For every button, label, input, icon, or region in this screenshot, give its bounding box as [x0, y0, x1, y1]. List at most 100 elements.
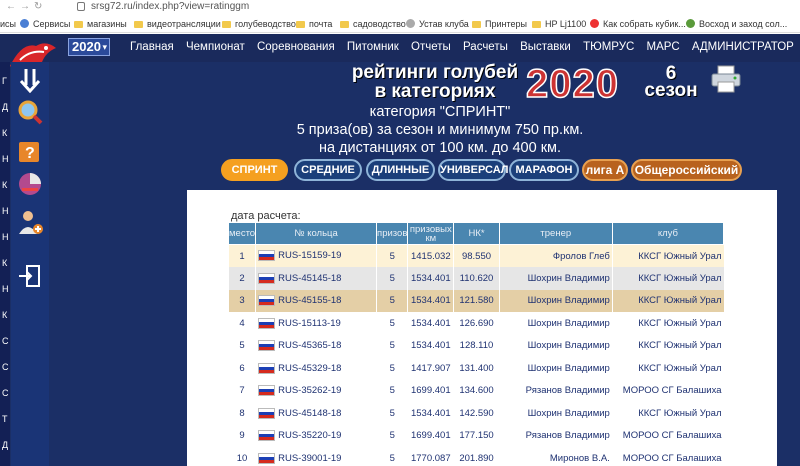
menu-item-home[interactable]: Главная: [130, 41, 174, 53]
ring-cell[interactable]: RUS-15159-19: [255, 244, 377, 267]
sidebar-letter[interactable]: С: [2, 336, 9, 346]
ring-number[interactable]: RUS-45145-18: [278, 273, 341, 284]
sidebar-letter[interactable]: К: [2, 310, 8, 320]
prizes-cell: 5: [376, 312, 408, 335]
ring-cell[interactable]: RUS-45155-18: [255, 289, 377, 312]
table-row[interactable]: 1 RUS-15159-19 5 1415.032 98.550 Фролов Глеб К…: [227, 244, 724, 267]
col-trainer[interactable]: тренер: [498, 222, 613, 245]
prize-km-cell: 1417.907: [407, 357, 454, 380]
col-ring[interactable]: № кольца: [255, 222, 378, 245]
sidebar-letter[interactable]: Д: [2, 440, 8, 450]
ring-number[interactable]: RUS-15159-19: [278, 251, 341, 262]
ring-number[interactable]: RUS-45155-18: [278, 295, 341, 306]
bookmark-folder[interactable]: почта: [296, 18, 332, 30]
ring-number[interactable]: RUS-35220-19: [278, 430, 341, 441]
menu-item-reports[interactable]: Отчеты: [411, 41, 451, 53]
menu-item-mars[interactable]: МАРС: [647, 41, 680, 53]
sidebar-letter[interactable]: Т: [2, 414, 8, 424]
bookmark-item[interactable]: Сервисы: [20, 18, 70, 30]
col-place[interactable]: место: [227, 222, 257, 245]
ring-number[interactable]: RUS-45329-18: [278, 363, 341, 374]
col-prize-km[interactable]: призовых км: [407, 222, 455, 245]
ring-cell[interactable]: RUS-35262-19: [255, 379, 377, 402]
trainer-cell: Рязанов Владимир: [498, 379, 613, 402]
logout-door-icon[interactable]: [16, 262, 44, 290]
ring-cell[interactable]: RUS-35220-19: [255, 424, 377, 447]
bookmark-folder[interactable]: HP Lj1100: [532, 18, 586, 30]
tab-medium[interactable]: СРЕДНИЕ: [294, 159, 362, 181]
bookmark-item[interactable]: Восход и заход сол...: [686, 18, 787, 30]
apps-icon: [20, 19, 29, 28]
search-icon[interactable]: [16, 98, 44, 126]
sidebar-letter[interactable]: Г: [2, 76, 8, 86]
russian-flag-icon: [258, 340, 276, 352]
sidebar-letter[interactable]: Н: [2, 206, 9, 216]
sidebar-letter[interactable]: Д: [2, 102, 8, 112]
browser-nav-icons[interactable]: ←→↻: [6, 1, 46, 12]
menu-item-admin[interactable]: АДМИНИСТРАТОР: [692, 41, 794, 53]
menu-item-championship[interactable]: Чемпионат: [186, 41, 245, 53]
menu-item-nursery[interactable]: Питомник: [347, 41, 399, 53]
menu-item-exhibitions[interactable]: Выставки: [520, 41, 571, 53]
table-row[interactable]: 7 RUS-35262-19 5 1699.401 134.600 Рязанов Вла…: [227, 379, 724, 402]
ring-cell[interactable]: RUS-39001-19: [255, 447, 377, 466]
ring-number[interactable]: RUS-15113-19: [278, 318, 341, 329]
sidebar-letter[interactable]: К: [2, 258, 8, 268]
ring-number[interactable]: RUS-45148-18: [278, 408, 341, 419]
ring-cell[interactable]: RUS-15113-19: [255, 312, 377, 335]
sidebar-letter[interactable]: К: [2, 128, 8, 138]
table-row[interactable]: 6 RUS-45329-18 5 1417.907 131.400 Шохрин Влад…: [227, 357, 724, 380]
tab-sprint[interactable]: СПРИНТ: [221, 159, 288, 181]
menu-item-calculations[interactable]: Расчеты: [463, 41, 508, 53]
bookmark-folder[interactable]: садоводство: [340, 18, 406, 30]
bookmark-item[interactable]: Устав клуба: [406, 18, 469, 30]
menu-item-tyumrus[interactable]: ТЮМРУС: [583, 41, 634, 53]
help-book-icon[interactable]: ?: [16, 136, 44, 164]
bookmark-item[interactable]: Как собрать кубик...: [590, 18, 686, 30]
chart-pie-icon[interactable]: [16, 170, 44, 198]
category-title: категория "СПРИНТ": [369, 104, 511, 120]
sidebar-letter[interactable]: С: [2, 362, 9, 372]
table-row[interactable]: 5 RUS-45365-18 5 1534.401 128.110 Шохрин Влад…: [227, 334, 724, 357]
sidebar-letter[interactable]: Н: [2, 284, 9, 294]
ring-number[interactable]: RUS-45365-18: [278, 340, 341, 351]
bookmark-folder[interactable]: магазины: [74, 18, 127, 30]
add-user-icon[interactable]: [16, 208, 44, 236]
trainer-cell: Шохрин Владимир: [498, 357, 613, 380]
table-row[interactable]: 8 RUS-45148-18 5 1534.401 142.590 Шохрин Влад…: [227, 402, 724, 425]
tab-long[interactable]: ДЛИННЫЕ: [366, 159, 435, 181]
table-row[interactable]: 9 RUS-35220-19 5 1699.401 177.150 Рязанов Вла…: [227, 424, 724, 447]
ring-number[interactable]: RUS-35262-19: [278, 385, 341, 396]
tab-universal[interactable]: УНИВЕРСАЛ: [438, 159, 509, 181]
table-row[interactable]: 4 RUS-15113-19 5 1534.401 126.690 Шохрин Влад…: [227, 312, 724, 335]
bookmark-folder[interactable]: Принтеры: [472, 18, 527, 30]
ring-cell[interactable]: RUS-45148-18: [255, 402, 377, 425]
ring-number[interactable]: RUS-39001-19: [278, 453, 341, 464]
table-row[interactable]: 2 RUS-45145-18 5 1534.401 110.620 Шохрин Влад…: [227, 267, 724, 290]
download-arrow-icon[interactable]: [16, 66, 44, 94]
prize-km-cell: 1534.401: [407, 334, 454, 357]
sidebar-letter[interactable]: Н: [2, 232, 9, 242]
col-club[interactable]: клуб: [611, 222, 725, 245]
sidebar-letter[interactable]: Н: [2, 154, 9, 164]
year-select[interactable]: 2020 ▾: [68, 38, 110, 56]
bookmark-folder[interactable]: голубеводство: [222, 18, 296, 30]
sidebar-letter[interactable]: С: [2, 388, 9, 398]
tab-all-russia[interactable]: Общероссийский: [631, 159, 742, 181]
bookmark-folder[interactable]: видеотрансляции: [134, 18, 221, 30]
ring-cell[interactable]: RUS-45145-18: [255, 267, 377, 290]
tab-marathon[interactable]: МАРАФОН: [509, 159, 579, 181]
printer-icon[interactable]: [710, 64, 742, 94]
table-row[interactable]: 10 RUS-39001-19 5 1770.087 201.890 Миронов В.…: [227, 447, 724, 466]
sidebar-letter[interactable]: К: [2, 180, 8, 190]
menu-item-competitions[interactable]: Соревнования: [257, 41, 335, 53]
col-prizes[interactable]: призов: [376, 222, 409, 245]
col-nk[interactable]: НК*: [453, 222, 500, 245]
place-cell: 4: [227, 312, 256, 335]
table-row[interactable]: 3 RUS-45155-18 5 1534.401 121.580 Шохрин Влад…: [227, 289, 724, 312]
bookmark-item[interactable]: исы: [0, 18, 16, 30]
tab-league-a[interactable]: лига А: [582, 159, 628, 181]
url-text[interactable]: srsg72.ru/index.php?view=ratinggm: [91, 1, 249, 12]
ring-cell[interactable]: RUS-45365-18: [255, 334, 377, 357]
ring-cell[interactable]: RUS-45329-18: [255, 357, 377, 380]
